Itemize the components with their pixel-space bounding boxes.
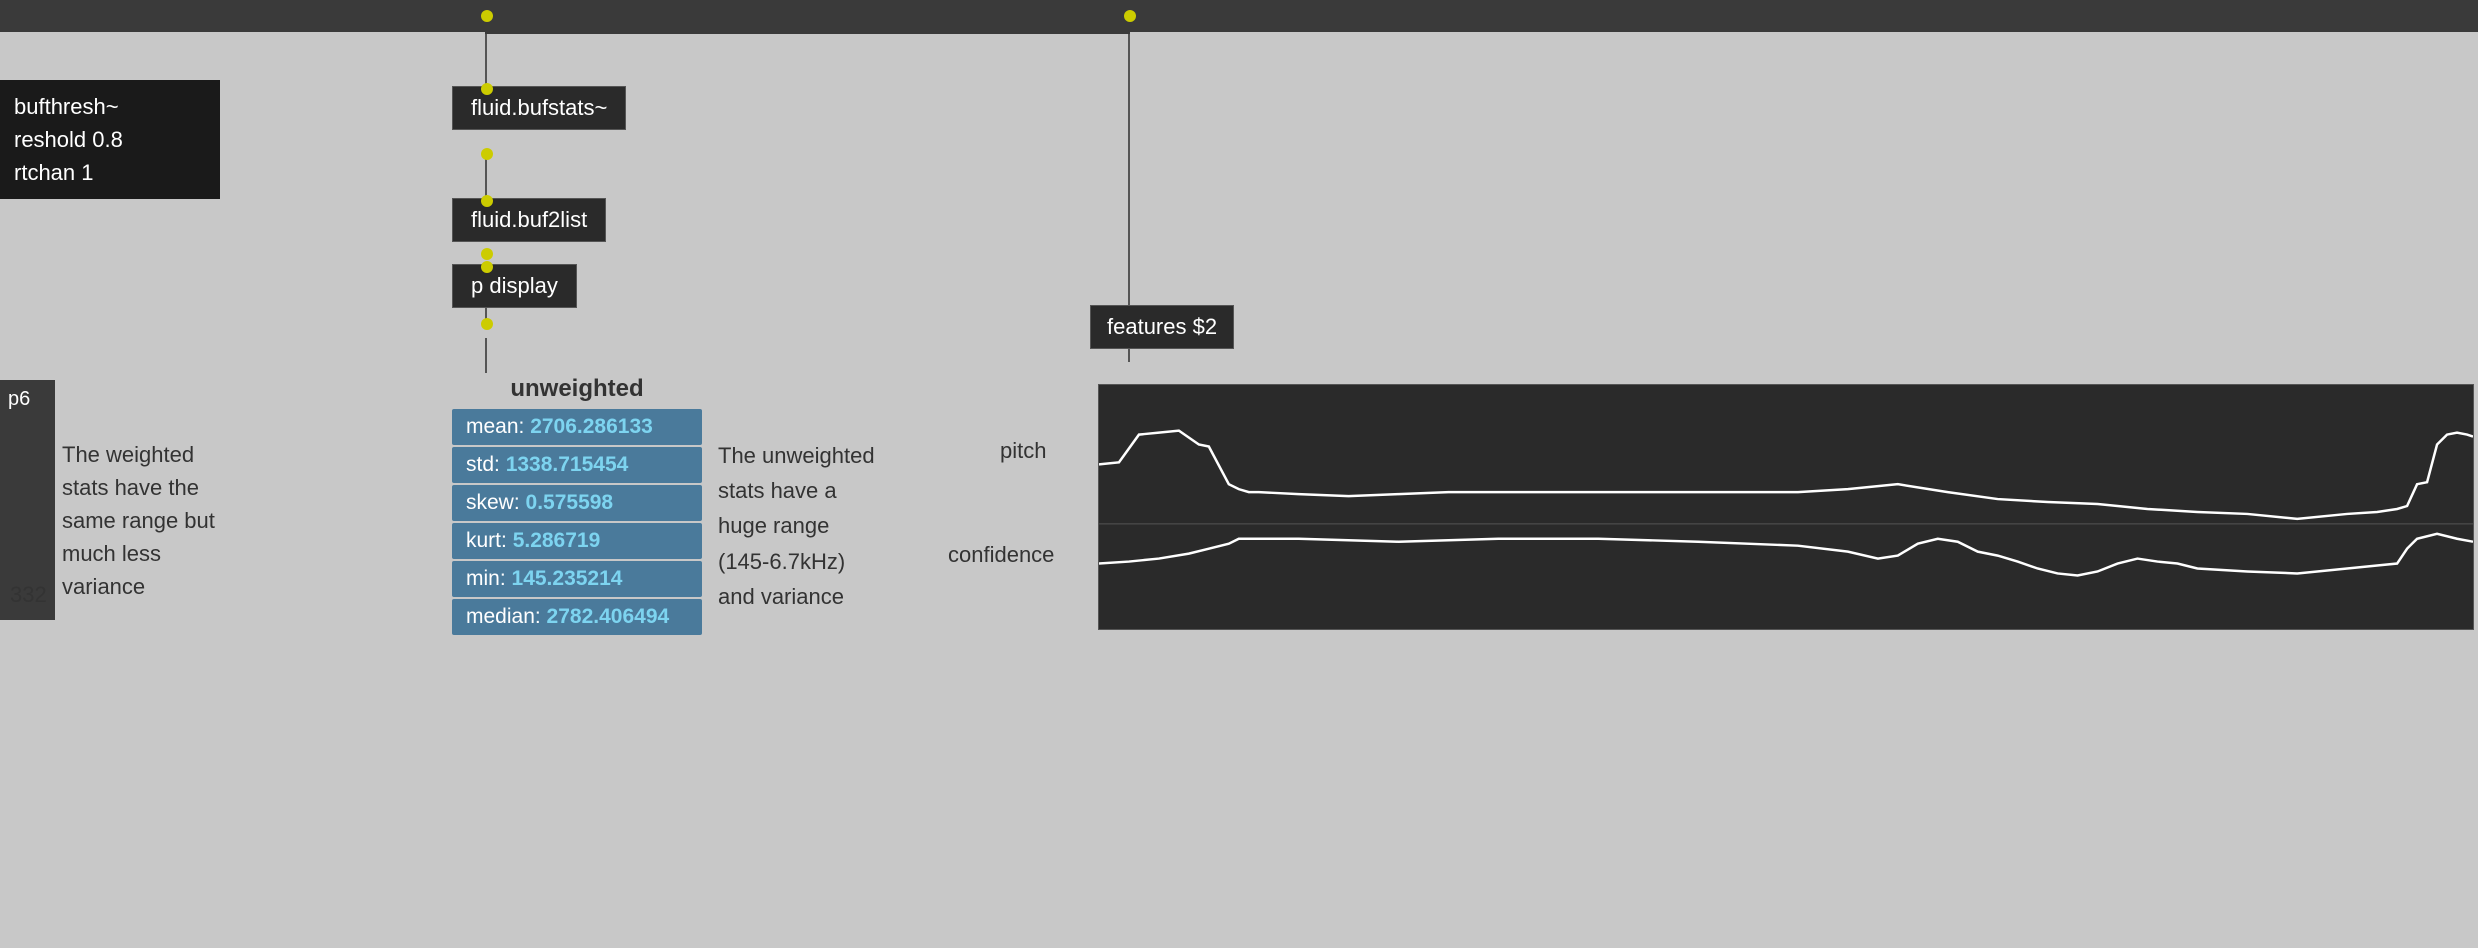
weighted-line4: much less [62,537,342,570]
stats-rows-container: mean: 2706.286133std: 1338.715454skew: 0… [452,409,702,635]
stat-row: median: 2782.406494 [452,599,702,635]
left-panel: bufthresh~ reshold 0.8 rtchan 1 [0,80,220,199]
waveform-svg [1099,385,2473,629]
node-bufstats-label: fluid.bufstats~ [471,95,607,120]
dot-right-top [1124,10,1136,22]
number-332: 332 [0,582,47,608]
top-connector-bar [485,16,1130,34]
bufthresh-line3: rtchan 1 [14,156,206,189]
stat-row: kurt: 5.286719 [452,523,702,559]
stat-row: std: 1338.715454 [452,447,702,483]
dot-bufstats-bottom [481,83,493,95]
unweighted-line5: and variance [718,579,998,614]
unweighted-line3: huge range [718,508,998,543]
dot-pdisplay-bottom [481,318,493,330]
dot-bufstats-top [481,10,493,22]
weighted-text-block: The weighted stats have the same range b… [62,438,342,603]
node-bufstats[interactable]: fluid.bufstats~ [452,86,626,130]
weighted-line5: variance [62,570,342,603]
dot-pdisplay-top [481,261,493,273]
pitch-label: pitch [1000,438,1046,464]
p6-label: p6 [8,388,30,410]
dot-bufstats-out [481,148,493,160]
node-buf2list-label: fluid.buf2list [471,207,587,232]
stat-row: skew: 0.575598 [452,485,702,521]
weighted-line1: The weighted [62,438,342,471]
connector-line-4 [485,338,487,373]
stats-panel: unweighted mean: 2706.286133std: 1338.71… [452,375,702,637]
weighted-line3: same range but [62,504,342,537]
top-bar [0,0,2478,32]
waveform-display [1098,384,2474,630]
stat-row: mean: 2706.286133 [452,409,702,445]
dot-buf2list-bottom [481,248,493,260]
confidence-label: confidence [948,542,1054,568]
connector-line-1 [485,32,487,87]
node-pdisplay[interactable]: p display [452,264,577,308]
bufthresh-line1: bufthresh~ [14,90,206,123]
unweighted-line1: The unweighted [718,438,998,473]
bufthresh-line2: reshold 0.8 [14,123,206,156]
stat-row: min: 145.235214 [452,561,702,597]
unweighted-line2: stats have a [718,473,998,508]
unweighted-text-block: The unweighted stats have a huge range (… [718,438,998,614]
stats-title: unweighted [452,375,702,409]
dot-buf2list-top [481,195,493,207]
node-pdisplay-label: p display [471,273,558,298]
features-label: features $2 [1090,305,1234,349]
node-buf2list[interactable]: fluid.buf2list [452,198,606,242]
weighted-line2: stats have the [62,471,342,504]
